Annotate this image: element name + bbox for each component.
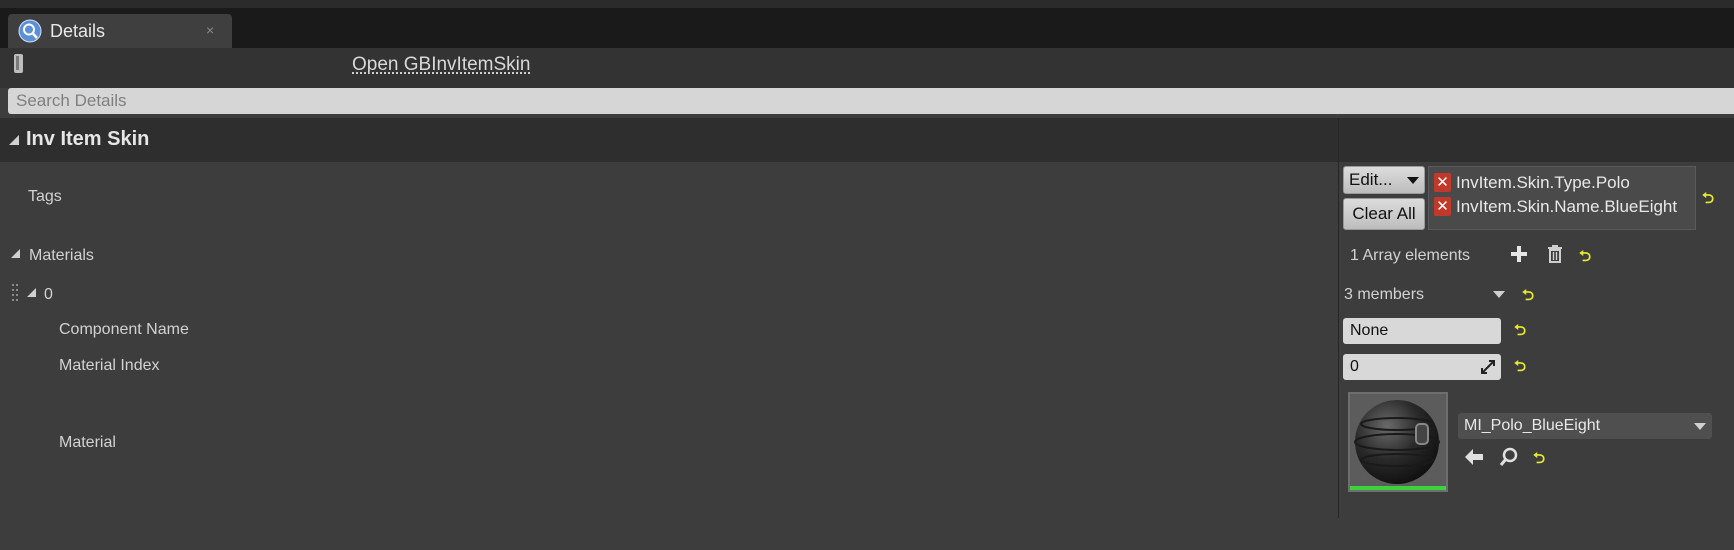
collapse-arrow-icon[interactable] [27,288,36,297]
reset-arrow-icon[interactable]: ⮌ [1514,320,1526,345]
dropdown-icon [1407,177,1419,184]
material-sphere-icon [1350,394,1446,490]
details-magnifier-icon [18,19,42,43]
members-count: 3 members [1344,286,1425,303]
add-icon[interactable] [1511,246,1527,262]
clear-all-label: Clear All [1352,204,1416,223]
lock-icon[interactable] [10,53,28,75]
tab-bar: Details × [0,8,1734,48]
search-icon[interactable] [1499,447,1519,467]
element-index: 0 [44,286,53,303]
material-index-value: 0 [1350,358,1359,375]
component-name-field[interactable]: None [1343,318,1501,344]
collapse-arrow-icon[interactable] [9,135,19,145]
remove-tag-icon[interactable]: ✕ [1434,197,1451,216]
clear-all-tags-button[interactable]: Clear All [1343,198,1425,230]
reset-arrow-icon[interactable]: ⮌ [1514,356,1526,381]
edit-tags-button[interactable]: Edit... [1343,166,1425,194]
category-title: Inv Item Skin [26,128,150,150]
category-header[interactable]: Inv Item Skin [0,118,1734,162]
back-arrow-icon[interactable] [1463,447,1485,467]
close-icon[interactable]: × [206,22,214,38]
window-top-strip [0,0,1734,8]
tab-details-label: Details [50,21,106,41]
search-input[interactable] [8,88,1734,114]
reset-arrow-icon[interactable]: ⮌ [1522,285,1534,310]
tag-item: InvItem.Skin.Name.BlueEight [1456,197,1678,216]
details-toolbar: Open GBInvItemSkin [0,48,1734,88]
material-index-field[interactable]: 0 [1343,354,1501,380]
material-index-label: Material Index [59,357,160,374]
array-count: 1 Array elements [1350,247,1471,264]
asset-type-bar [1350,486,1446,490]
open-blueprint-link[interactable]: Open GBInvItemSkin [352,54,530,76]
component-name-label: Component Name [59,321,189,338]
drag-handle-icon[interactable] [12,284,20,304]
component-name-value: None [1350,322,1389,339]
material-label: Material [59,434,116,451]
column-divider[interactable] [1338,118,1339,518]
reset-arrow-icon[interactable]: ⮌ [1579,246,1591,271]
material-asset-picker[interactable]: MI_Polo_BlueEight [1458,413,1712,439]
spin-drag-icon[interactable] [1481,360,1495,374]
tab-details[interactable]: Details × [8,14,232,48]
reset-arrow-icon[interactable]: ⮌ [1702,188,1714,213]
search-details[interactable] [8,88,1734,114]
material-thumbnail[interactable] [1348,392,1448,492]
dropdown-icon [1694,423,1706,430]
tags-label: Tags [28,188,62,205]
material-asset-value: MI_Polo_BlueEight [1464,417,1601,434]
trash-icon[interactable] [1547,245,1563,263]
remove-tag-icon[interactable]: ✕ [1434,173,1451,192]
edit-tags-label: Edit... [1349,170,1393,189]
collapse-arrow-icon[interactable] [11,249,20,258]
reset-arrow-icon[interactable]: ⮌ [1533,448,1545,473]
dropdown-icon[interactable] [1493,291,1505,298]
tag-list: ✕ InvItem.Skin.Type.Polo ✕ InvItem.Skin.… [1428,166,1696,230]
tag-item: InvItem.Skin.Type.Polo [1456,173,1630,192]
materials-label: Materials [29,247,94,264]
